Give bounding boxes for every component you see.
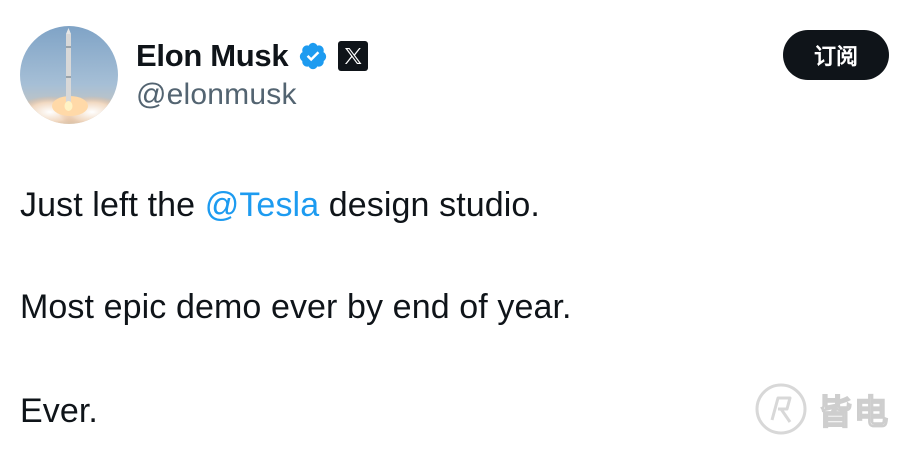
- tweet-card: Elon Musk @elonmusk 订阅 Just left the @Te…: [0, 0, 924, 458]
- verified-badge-icon[interactable]: [298, 41, 328, 71]
- watermark: 皆电: [754, 382, 890, 436]
- rocket-launch-image: [20, 26, 118, 124]
- avatar[interactable]: [20, 26, 118, 124]
- author-display-name[interactable]: Elon Musk: [136, 38, 289, 74]
- x-logo-icon[interactable]: [338, 41, 369, 71]
- watermark-text: 皆电: [817, 392, 890, 434]
- tweet-text-line-2: Most epic demo ever by end of year.: [20, 288, 572, 326]
- author-handle[interactable]: @elonmusk: [136, 78, 297, 112]
- tweet-text-segment: Just left the: [20, 186, 205, 224]
- tweet-text-segment: design studio.: [319, 186, 540, 224]
- author-name-row: Elon Musk: [136, 34, 369, 78]
- tweet-text-line-3: Ever.: [20, 392, 98, 430]
- tweet-text-line-1: Just left the @Tesla design studio.: [20, 186, 540, 225]
- watermark-logo-icon: [755, 383, 807, 435]
- mention-link-tesla[interactable]: @Tesla: [205, 186, 320, 224]
- subscribe-button[interactable]: 订阅: [783, 30, 889, 80]
